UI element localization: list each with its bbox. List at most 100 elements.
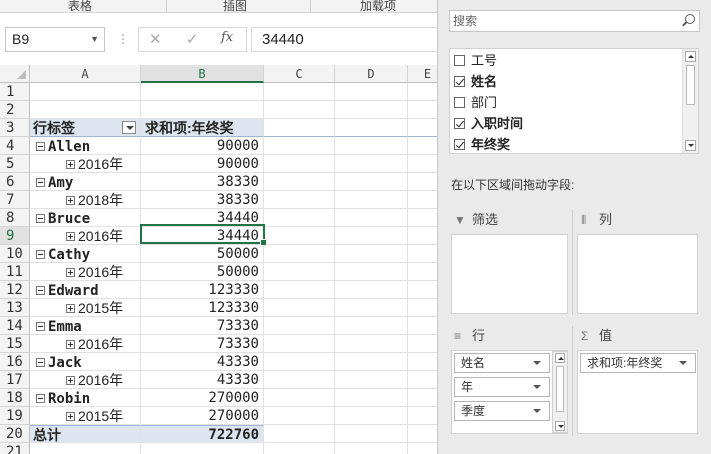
cell-d[interactable] (335, 407, 408, 425)
cell-c[interactable] (264, 317, 335, 335)
cancel-icon[interactable]: ✕ (149, 30, 162, 48)
row-header[interactable]: 12 (0, 281, 30, 299)
value-cell[interactable]: 43330 (141, 353, 264, 371)
row-header[interactable]: 8 (0, 209, 30, 227)
cell-c[interactable] (264, 389, 335, 407)
value-cell[interactable]: 73330 (141, 317, 264, 335)
chevron-down-icon[interactable]: ▼ (90, 28, 99, 51)
field-item[interactable]: 入职时间 (454, 114, 523, 134)
value-cell[interactable]: 73330 (141, 335, 264, 353)
cell-c[interactable] (264, 137, 335, 155)
cell-a[interactable]: 2018年 (30, 191, 141, 209)
cell-c[interactable] (264, 263, 335, 281)
row-header[interactable]: 4 (0, 137, 30, 155)
cell-c[interactable] (264, 155, 335, 173)
scroll-down-icon[interactable] (555, 421, 565, 431)
expand-icon[interactable] (66, 267, 75, 277)
cell-a[interactable]: Emma (30, 317, 141, 335)
cell-a[interactable]: 2016年 (30, 335, 141, 353)
cell-c[interactable] (264, 371, 335, 389)
scroll-thumb[interactable] (556, 366, 564, 412)
value-cell[interactable]: 123330 (141, 281, 264, 299)
cell-d[interactable] (335, 209, 408, 227)
row-header[interactable]: 16 (0, 353, 30, 371)
field-search-input[interactable]: 搜索 (449, 10, 700, 32)
values-header-cell[interactable]: 求和项:年终奖 (141, 119, 264, 137)
cell-e[interactable] (408, 191, 437, 209)
value-cell[interactable]: 90000 (141, 137, 264, 155)
cell-a[interactable]: Robin (30, 389, 141, 407)
cell-c[interactable] (264, 281, 335, 299)
cell-e[interactable] (408, 425, 437, 443)
drag-handle-icon[interactable]: ⋮ (117, 32, 129, 46)
cell-a[interactable]: 行标签 (30, 119, 141, 137)
column-header-a[interactable]: A (30, 65, 141, 83)
collapse-icon[interactable] (36, 285, 45, 295)
cell-e[interactable] (408, 209, 437, 227)
cell-a[interactable]: Edward (30, 281, 141, 299)
values-field-chip[interactable]: 求和项:年终奖 (580, 353, 696, 373)
value-cell[interactable]: 270000 (141, 407, 264, 425)
name-box[interactable]: B9 ▼ (5, 27, 105, 52)
value-cell[interactable]: 270000 (141, 389, 264, 407)
field-item[interactable]: 年终奖 (454, 135, 510, 155)
cell-d[interactable] (335, 155, 408, 173)
cell-d[interactable] (335, 245, 408, 263)
cell-c[interactable] (264, 191, 335, 209)
field-list-scrollbar[interactable] (682, 49, 698, 153)
row-header[interactable]: 6 (0, 173, 30, 191)
column-header-d[interactable]: D (335, 65, 408, 83)
cell-e[interactable] (408, 173, 437, 191)
cell-a[interactable]: 2015年 (30, 299, 141, 317)
row-header[interactable]: 21 (0, 443, 30, 454)
cell-d[interactable] (335, 299, 408, 317)
cell-e[interactable] (408, 335, 437, 353)
row-header[interactable]: 1 (0, 83, 30, 101)
value-cell[interactable]: 123330 (141, 299, 264, 317)
row-header[interactable]: 19 (0, 407, 30, 425)
scroll-up-icon[interactable] (555, 353, 565, 363)
cell-d[interactable] (335, 353, 408, 371)
cell-a[interactable]: Bruce (30, 209, 141, 227)
expand-icon[interactable] (66, 375, 75, 385)
cell-a[interactable]: Allen (30, 137, 141, 155)
field-checkbox[interactable] (454, 117, 465, 129)
rows-field-chip[interactable]: 季度 (454, 401, 550, 421)
cell-c[interactable] (264, 227, 335, 245)
expand-icon[interactable] (66, 195, 75, 205)
cell-e[interactable] (408, 281, 437, 299)
value-cell[interactable] (141, 443, 264, 454)
row-header[interactable]: 11 (0, 263, 30, 281)
cell-e[interactable] (408, 353, 437, 371)
row-header[interactable]: 18 (0, 389, 30, 407)
cell-e[interactable] (408, 263, 437, 281)
row-header[interactable]: 7 (0, 191, 30, 209)
cell-a[interactable]: 2016年 (30, 155, 141, 173)
search-icon[interactable] (685, 14, 695, 24)
column-header-b[interactable]: B (141, 65, 264, 83)
cell-c[interactable] (264, 245, 335, 263)
cell-d[interactable] (335, 371, 408, 389)
cell-d[interactable] (335, 227, 408, 245)
cell-e[interactable] (408, 317, 437, 335)
cell-d[interactable] (335, 119, 408, 137)
cell-e[interactable] (408, 389, 437, 407)
cell-e[interactable] (408, 83, 437, 101)
field-checkbox[interactable] (454, 138, 465, 150)
cell-e[interactable] (408, 443, 437, 454)
value-cell[interactable]: 50000 (141, 263, 264, 281)
cell-e[interactable] (408, 227, 437, 245)
cell-a[interactable]: 2016年 (30, 371, 141, 389)
row-header[interactable]: 9 (0, 227, 30, 245)
enter-icon[interactable]: ✓ (186, 30, 199, 48)
value-cell[interactable]: 38330 (141, 173, 264, 191)
cell-e[interactable] (408, 119, 437, 137)
values-drop-zone[interactable]: 求和项:年终奖 (577, 350, 698, 434)
field-checkbox[interactable] (454, 75, 465, 87)
cell-d[interactable] (335, 281, 408, 299)
value-cell[interactable]: 90000 (141, 155, 264, 173)
cell-d[interactable] (335, 101, 408, 119)
field-item[interactable]: 工号 (454, 51, 497, 71)
expand-icon[interactable] (66, 411, 75, 421)
cell-a[interactable]: 总计 (30, 425, 141, 443)
